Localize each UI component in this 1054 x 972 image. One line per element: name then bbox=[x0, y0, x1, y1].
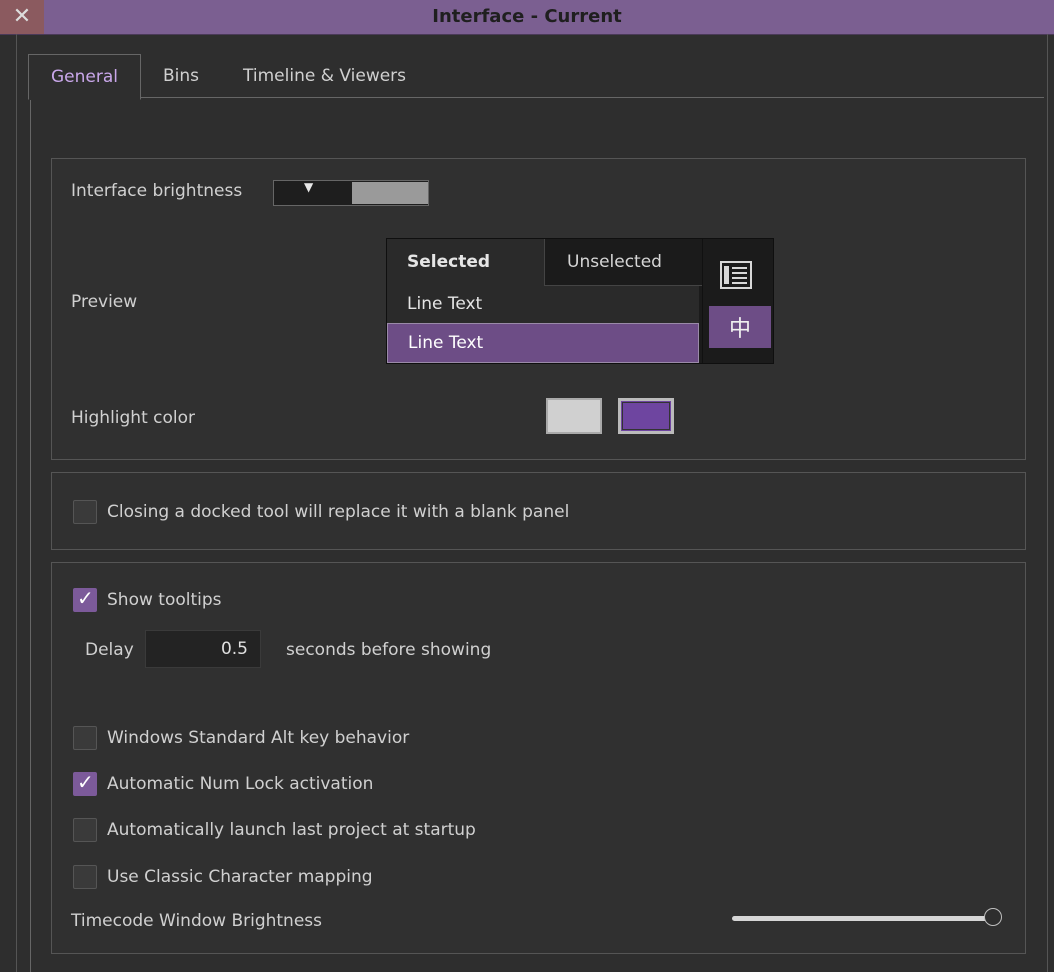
tab-divider bbox=[30, 97, 1044, 98]
show-tooltips-checkbox[interactable] bbox=[73, 586, 97, 612]
docked-blank-panel-label: Closing a docked tool will replace it wi… bbox=[107, 502, 570, 522]
preview-box: Selected Unselected Line Text Line Text … bbox=[386, 238, 774, 364]
launch-last-project-label: Automatically launch last project at sta… bbox=[107, 820, 476, 840]
interface-brightness-label: Interface brightness bbox=[71, 181, 243, 201]
interface-brightness-slider[interactable]: ▼ bbox=[273, 180, 429, 206]
timecode-brightness-label: Timecode Window Brightness bbox=[71, 911, 322, 931]
alt-key-label: Windows Standard Alt key behavior bbox=[107, 728, 410, 748]
preview-separator bbox=[702, 239, 703, 363]
docked-blank-panel-checkbox[interactable] bbox=[73, 500, 97, 524]
classic-mapping-label: Use Classic Character mapping bbox=[107, 867, 373, 887]
highlight-swatch-light[interactable] bbox=[546, 398, 602, 434]
highlight-color-label: Highlight color bbox=[71, 408, 196, 428]
content-border bbox=[30, 97, 31, 972]
delay-label: Delay bbox=[85, 640, 134, 660]
window-title: Interface - Current bbox=[432, 6, 622, 27]
tab-timeline-viewers[interactable]: Timeline & Viewers bbox=[221, 54, 428, 98]
tab-general[interactable]: General bbox=[28, 54, 141, 100]
delay-suffix-label: seconds before showing bbox=[286, 640, 492, 660]
preview-tab-unselected: Unselected bbox=[545, 239, 702, 286]
delay-input[interactable]: 0.5 bbox=[145, 630, 261, 668]
brightness-fill bbox=[352, 182, 428, 204]
slider-marker-icon[interactable]: ▼ bbox=[304, 180, 313, 194]
launch-last-project-checkbox[interactable] bbox=[73, 818, 97, 842]
preview-tab-selected: Selected bbox=[387, 239, 545, 286]
timecode-brightness-track[interactable] bbox=[732, 916, 990, 921]
preview-label: Preview bbox=[71, 292, 138, 312]
classic-mapping-checkbox[interactable] bbox=[73, 865, 97, 889]
preview-row-highlighted: Line Text bbox=[387, 323, 699, 363]
show-tooltips-label: Show tooltips bbox=[107, 590, 222, 610]
layout-icon: 中 bbox=[709, 306, 771, 348]
highlight-swatch-purple[interactable] bbox=[618, 398, 674, 434]
list-view-icon bbox=[720, 261, 752, 289]
tab-bins[interactable]: Bins bbox=[141, 54, 221, 98]
options-panel bbox=[51, 562, 1026, 954]
preview-row-normal: Line Text bbox=[387, 286, 699, 323]
tab-bar: General Bins Timeline & Viewers bbox=[28, 54, 428, 100]
alt-key-checkbox[interactable] bbox=[73, 726, 97, 750]
timecode-brightness-knob[interactable] bbox=[984, 908, 1002, 926]
numlock-label: Automatic Num Lock activation bbox=[107, 774, 374, 794]
numlock-checkbox[interactable] bbox=[73, 770, 97, 796]
title-bar: ✕ Interface - Current bbox=[0, 0, 1054, 35]
